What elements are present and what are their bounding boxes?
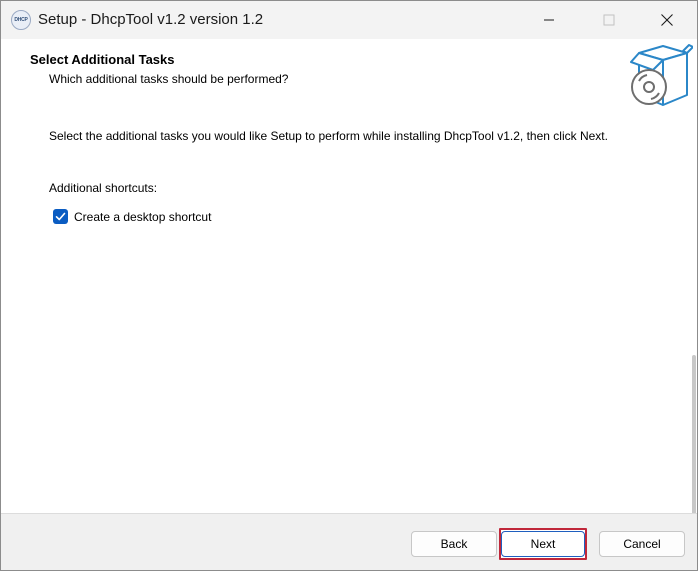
- desktop-shortcut-checkbox[interactable]: [53, 209, 68, 224]
- instructions-text: Select the additional tasks you would li…: [49, 129, 608, 143]
- desktop-shortcut-option[interactable]: Create a desktop shortcut: [53, 208, 211, 225]
- setup-box-cd-icon: [630, 44, 693, 106]
- page-title: Select Additional Tasks: [30, 52, 175, 67]
- window-title: Setup - DhcpTool v1.2 version 1.2: [38, 11, 264, 28]
- wizard-content: Select the additional tasks you would li…: [1, 112, 697, 550]
- next-button-label: Next: [530, 537, 556, 551]
- back-button[interactable]: Back: [411, 531, 497, 557]
- next-button-face[interactable]: Next: [501, 531, 585, 557]
- close-button[interactable]: [644, 1, 690, 39]
- page-subtitle: Which additional tasks should be perform…: [49, 72, 289, 86]
- app-icon-text: DHCP: [14, 17, 28, 23]
- wizard-header: Select Additional Tasks Which additional…: [1, 39, 697, 112]
- next-button[interactable]: Next: [499, 528, 587, 560]
- cancel-button-label: Cancel: [623, 537, 661, 551]
- title-bar[interactable]: DHCP Setup - DhcpTool v1.2 version 1.2: [1, 1, 697, 39]
- setup-window: DHCP Setup - DhcpTool v1.2 version 1.2 S…: [0, 0, 698, 571]
- checkmark-icon: [55, 212, 66, 221]
- additional-shortcuts-label: Additional shortcuts:: [49, 181, 158, 195]
- maximize-button[interactable]: [586, 1, 632, 39]
- back-button-label: Back: [440, 537, 468, 551]
- desktop-shortcut-label: Create a desktop shortcut: [74, 209, 212, 224]
- wizard-footer: Back Next Cancel: [1, 513, 697, 570]
- close-icon: [661, 14, 673, 26]
- minimize-icon: [544, 19, 554, 21]
- cancel-button[interactable]: Cancel: [599, 531, 685, 557]
- app-icon: DHCP: [11, 10, 31, 30]
- maximize-icon: [603, 14, 615, 26]
- minimize-button[interactable]: [526, 1, 572, 39]
